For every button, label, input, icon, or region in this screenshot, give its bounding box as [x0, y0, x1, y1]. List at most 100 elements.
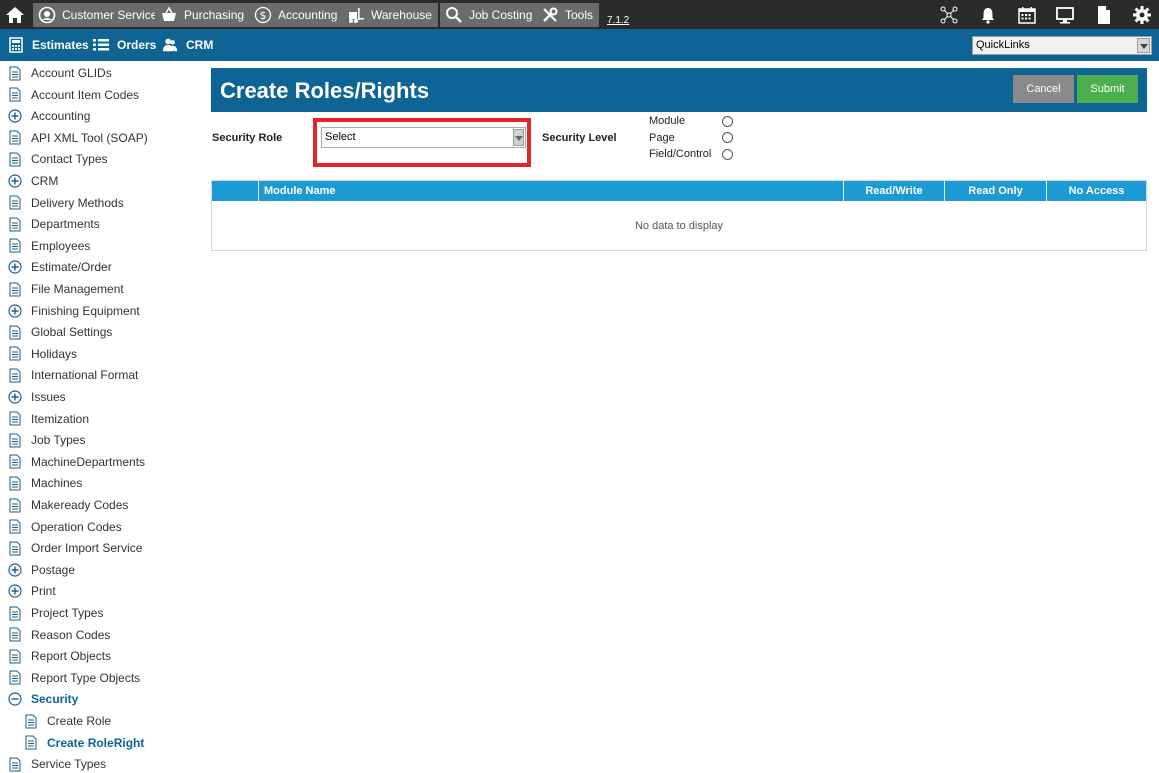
- expand-plus-icon[interactable]: [8, 389, 22, 405]
- expand-plus-icon[interactable]: [8, 303, 22, 319]
- nav-accounting[interactable]: $ Accounting: [249, 3, 344, 27]
- sidebar-item-global-settings[interactable]: Global Settings: [8, 323, 112, 341]
- home-icon[interactable]: [4, 4, 26, 26]
- level-module-label: Module: [649, 115, 686, 127]
- nav-orders[interactable]: Orders: [93, 37, 156, 53]
- expand-plus-icon[interactable]: [8, 259, 22, 275]
- gear-icon[interactable]: [1131, 4, 1153, 26]
- level-field-radio[interactable]: [722, 149, 733, 160]
- submit-button[interactable]: Submit: [1077, 75, 1138, 103]
- sidebar-item-employees[interactable]: Employees: [8, 237, 90, 255]
- nav-label: CRM: [186, 38, 214, 52]
- expand-plus-icon[interactable]: [8, 583, 22, 599]
- nav-estimates[interactable]: Estimates: [8, 37, 89, 53]
- sidebar-item-account-item-codes[interactable]: Account Item Codes: [8, 86, 139, 104]
- expand-plus-icon[interactable]: [8, 173, 22, 189]
- sidebar-item-job-types[interactable]: Job Types: [8, 431, 85, 449]
- security-role-value: Select: [325, 131, 356, 143]
- nav-warehouse[interactable]: Warehouse: [342, 3, 438, 27]
- sidebar-item-holidays[interactable]: Holidays: [8, 345, 77, 363]
- sidebar-item-postage[interactable]: Postage: [8, 561, 75, 579]
- grid-column-read-write[interactable]: Read/Write: [843, 181, 944, 201]
- level-module-radio[interactable]: [722, 116, 733, 127]
- sidebar-item-report-objects[interactable]: Report Objects: [8, 647, 111, 665]
- nav-tools[interactable]: Tools: [536, 3, 600, 27]
- sidebar-item-api-xml-tool-soap[interactable]: API XML Tool (SOAP): [8, 129, 148, 147]
- cancel-button[interactable]: Cancel: [1013, 75, 1074, 103]
- collapse-minus-icon[interactable]: [8, 691, 22, 707]
- quicklinks-select[interactable]: QuickLinks: [972, 36, 1152, 55]
- sidebar-item-issues[interactable]: Issues: [8, 388, 66, 406]
- sidebar-item-finishing-equipment[interactable]: Finishing Equipment: [8, 302, 140, 320]
- expand-plus-icon[interactable]: [8, 108, 22, 124]
- sidebar-item-label: Account Item Codes: [31, 87, 140, 102]
- sidebar-item-project-types[interactable]: Project Types: [8, 604, 103, 622]
- level-page-radio[interactable]: [722, 132, 733, 143]
- sidebar-item-departments[interactable]: Departments: [8, 215, 100, 233]
- sidebar-item-security[interactable]: Security: [8, 690, 78, 708]
- tools-icon: [541, 6, 559, 24]
- chevron-down-icon[interactable]: [1137, 38, 1150, 53]
- page-header: Create Roles/Rights Cancel Submit: [211, 68, 1147, 112]
- sidebar-item-delivery-methods[interactable]: Delivery Methods: [8, 194, 124, 212]
- page-icon: [8, 195, 22, 211]
- grid-column-select[interactable]: [212, 181, 258, 201]
- sidebar-item-label: International Format: [31, 368, 139, 383]
- chevron-down-icon[interactable]: [513, 129, 524, 146]
- page-icon: [8, 756, 22, 772]
- sidebar-item-operation-codes[interactable]: Operation Codes: [8, 518, 122, 536]
- sidebar-item-machinedepartments[interactable]: MachineDepartments: [8, 453, 145, 471]
- monitor-icon[interactable]: [1054, 4, 1076, 26]
- grid-column-module-name[interactable]: Module Name: [258, 181, 843, 201]
- grid-column-no-access[interactable]: No Access: [1046, 181, 1146, 201]
- grid-empty-message: No data to display: [634, 220, 724, 232]
- page-icon: [8, 432, 22, 448]
- sidebar-item-reason-codes[interactable]: Reason Codes: [8, 626, 110, 644]
- sidebar-item-create-roleright[interactable]: Create RoleRight: [24, 734, 144, 752]
- security-role-select[interactable]: Select: [321, 127, 526, 148]
- sidebar-item-label: API XML Tool (SOAP): [31, 130, 148, 145]
- top-navigation-bar: Customer Service Purchasing $ Accounting…: [0, 0, 1159, 29]
- sidebar-item-service-types[interactable]: Service Types: [8, 755, 106, 773]
- page-icon: [8, 540, 22, 556]
- nav-crm[interactable]: CRM: [162, 37, 213, 53]
- page-icon: [8, 497, 22, 513]
- bell-icon[interactable]: [977, 4, 999, 26]
- forklift-icon: [347, 6, 365, 24]
- sidebar-item-account-glids[interactable]: Account GLIDs: [8, 64, 112, 82]
- network-icon[interactable]: [938, 4, 960, 26]
- nav-job-costing[interactable]: Job Costing: [440, 3, 539, 27]
- version-link[interactable]: 7.1.2: [607, 15, 629, 26]
- sidebar-item-crm[interactable]: CRM: [8, 172, 58, 190]
- nav-customer-service[interactable]: Customer Service: [33, 3, 164, 27]
- sidebar: Account GLIDs Account Item Codes Accountin…: [0, 61, 200, 773]
- sidebar-item-itemization[interactable]: Itemization: [8, 410, 89, 428]
- sidebar-item-machines[interactable]: Machines: [8, 474, 82, 492]
- sidebar-item-label: Create Role: [47, 714, 112, 728]
- sidebar-item-label: Order Import Service: [31, 541, 143, 556]
- grid-column-read-only[interactable]: Read Only: [944, 181, 1046, 201]
- sidebar-item-makeready-codes[interactable]: Makeready Codes: [8, 496, 128, 514]
- dollar-icon: $: [254, 6, 272, 24]
- sidebar-item-label: Contact Types: [31, 152, 108, 167]
- sidebar-item-accounting[interactable]: Accounting: [8, 107, 90, 125]
- sidebar-item-order-import-service[interactable]: Order Import Service: [8, 539, 142, 557]
- sidebar-item-create-role[interactable]: Create Role: [24, 712, 111, 730]
- nav-label: Job Costing: [469, 8, 533, 22]
- expand-plus-icon[interactable]: [8, 562, 22, 578]
- calendar-icon[interactable]: [1016, 4, 1038, 26]
- sidebar-item-print[interactable]: Print: [8, 582, 56, 600]
- nav-label: Tools: [565, 8, 594, 22]
- sidebar-item-label: Employees: [31, 238, 91, 253]
- document-icon[interactable]: [1093, 4, 1115, 26]
- nav-purchasing[interactable]: Purchasing: [155, 3, 251, 27]
- sidebar-item-estimate-order[interactable]: Estimate/Order: [8, 258, 112, 276]
- sidebar-item-label: Accounting: [31, 109, 91, 124]
- sidebar-item-report-type-objects[interactable]: Report Type Objects: [8, 669, 140, 687]
- sidebar-item-label: Print: [31, 584, 56, 599]
- sidebar-item-international-format[interactable]: International Format: [8, 366, 138, 384]
- page-icon: [8, 605, 22, 621]
- sidebar-item-file-management[interactable]: File Management: [8, 280, 124, 298]
- sidebar-item-contact-types[interactable]: Contact Types: [8, 150, 108, 168]
- level-page-label: Page: [649, 132, 675, 144]
